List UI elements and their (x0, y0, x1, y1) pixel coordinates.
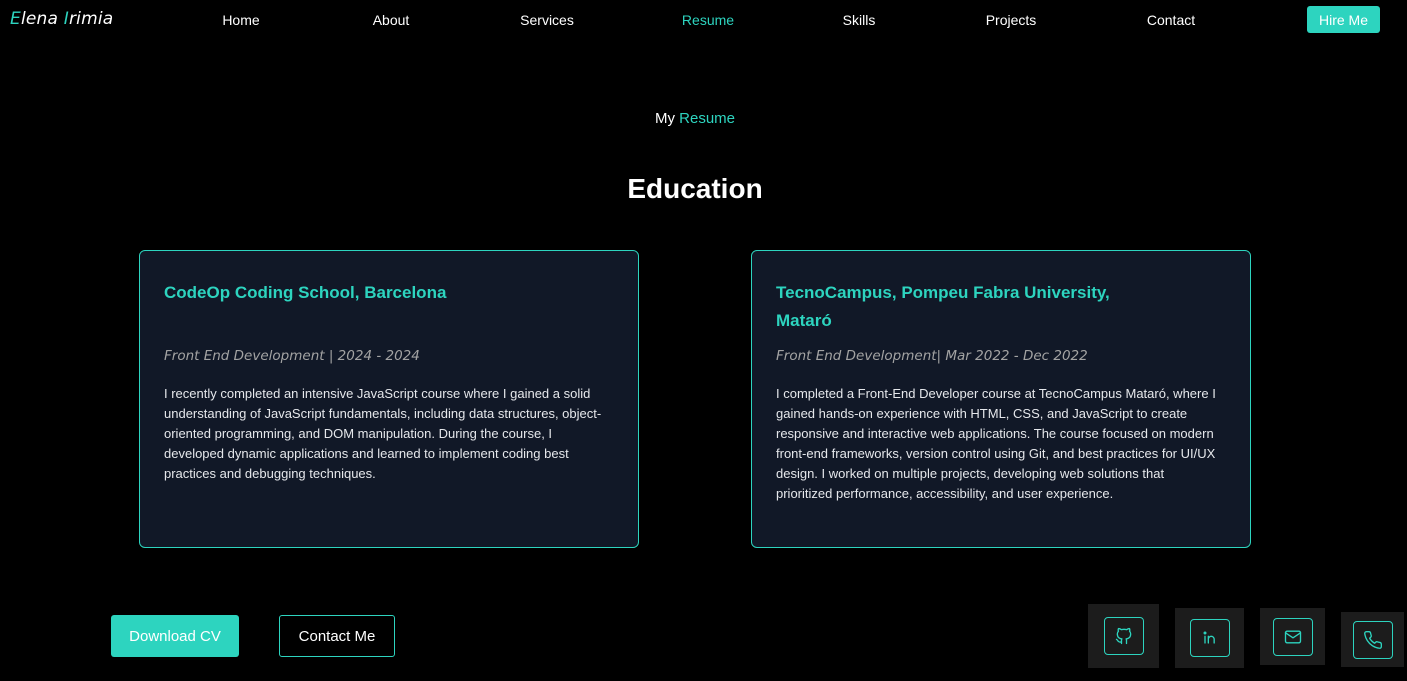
nav-item-contact[interactable]: Contact (1147, 12, 1195, 28)
education-card-meta: Front End Development| Mar 2022 - Dec 20… (776, 348, 1088, 364)
logo-first-initial: E (10, 9, 21, 29)
phone-link[interactable] (1341, 612, 1404, 667)
github-link[interactable] (1088, 604, 1159, 668)
nav-item-projects[interactable]: Projects (986, 12, 1037, 28)
logo-last-rest: rimia (68, 9, 114, 29)
education-card-title: TecnoCampus, Pompeu Fabra University, Ma… (776, 283, 1110, 330)
education-card: TecnoCampus, Pompeu Fabra University, Ma… (751, 250, 1251, 548)
contact-me-button[interactable]: Contact Me (279, 615, 395, 657)
education-card-title: CodeOp Coding School, Barcelona (164, 283, 447, 302)
linkedin-icon (1189, 619, 1230, 657)
mail-icon (1272, 617, 1313, 656)
phone-icon (1352, 620, 1393, 659)
nav-item-home[interactable]: Home (222, 12, 259, 28)
education-card-description: I completed a Front-End Developer course… (776, 386, 1216, 501)
hire-me-button[interactable]: Hire Me (1307, 6, 1380, 33)
logo-first-rest: lena (20, 9, 59, 29)
section-title: Education (627, 173, 763, 204)
education-card-meta: Front End Development | 2024 - 2024 (164, 348, 420, 364)
nav-item-services[interactable]: Services (520, 12, 574, 28)
linkedin-link[interactable] (1175, 608, 1244, 668)
section-subtitle: My Resume (0, 110, 1390, 127)
subtitle-prefix: My (654, 110, 675, 127)
nav-item-resume[interactable]: Resume (682, 12, 734, 28)
site-logo[interactable]: Elena Irimia (10, 9, 113, 29)
download-cv-button[interactable]: Download CV (111, 615, 239, 657)
education-card-description: I recently completed an intensive JavaSc… (164, 386, 602, 481)
education-card: CodeOp Coding School, Barcelona Front En… (139, 250, 639, 548)
nav-item-about[interactable]: About (373, 12, 410, 28)
nav-item-skills[interactable]: Skills (843, 12, 876, 28)
subtitle-highlight: Resume (679, 110, 736, 127)
mail-link[interactable] (1260, 608, 1325, 665)
github-icon (1103, 617, 1144, 655)
